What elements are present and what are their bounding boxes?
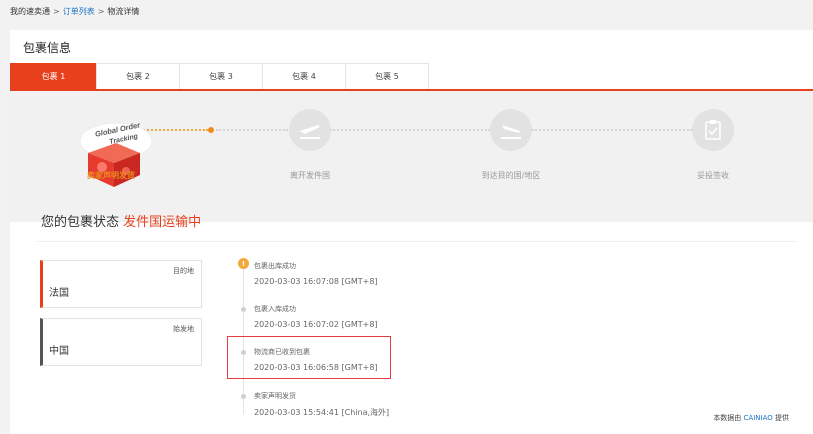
timeline-event-title: 卖家声明发货	[254, 392, 296, 400]
step-label-delivered: 妥投签收	[697, 171, 729, 180]
timeline-event-time: 2020-03-03 15:54:41 [China,海外]	[254, 408, 390, 417]
plane-landing-icon	[501, 123, 521, 139]
progress-current-dot	[208, 127, 214, 133]
step-delivered	[692, 109, 734, 151]
breadcrumb-separator: >	[97, 7, 105, 16]
destination-tag: 目的地	[173, 267, 194, 275]
package-status: 您的包裹状态 发件国运输中	[41, 211, 201, 230]
status-prefix: 您的包裹状态	[41, 215, 120, 230]
plane-takeoff-icon	[299, 125, 320, 139]
package-tabs: 包裹 1 包裹 2 包裹 3 包裹 4 包裹 5	[10, 63, 429, 90]
step-arrive-destination	[490, 109, 532, 151]
tab-package-1[interactable]: 包裹 1	[10, 63, 97, 89]
timeline-event-title: 包裹入库成功	[254, 305, 296, 313]
origin-tag: 始发地	[173, 325, 194, 333]
progress-connector	[216, 129, 288, 131]
progress-connector	[330, 129, 490, 131]
step-label-arrive-destination: 到达目的国/地区	[481, 171, 541, 180]
timeline-event-time: 2020-03-03 16:07:02 [GMT+8]	[254, 320, 378, 329]
breadcrumb-separator: >	[53, 7, 60, 16]
clipboard-check-icon	[705, 120, 721, 140]
source-brand-link[interactable]: CAINIAO	[744, 414, 773, 422]
origin-card: 始发地 中国	[40, 318, 202, 366]
tab-package-3[interactable]: 包裹 3	[179, 63, 263, 89]
step-leave-origin	[289, 109, 331, 151]
timeline-event-title: 包裹出库成功	[254, 262, 296, 270]
data-source-note: 本数据由 CAINIAO 提供	[713, 413, 789, 423]
destination-card: 目的地 法国	[40, 260, 202, 308]
breadcrumb-current: 物流详情	[107, 7, 140, 16]
destination-country: 法国	[49, 288, 69, 299]
breadcrumb-orders-link[interactable]: 订单列表	[63, 7, 95, 16]
highlight-box	[227, 336, 391, 379]
divider	[37, 241, 797, 242]
step-label-leave-origin: 离开发件国	[290, 171, 330, 180]
package-info-panel: 包裹信息 包裹 1 包裹 2 包裹 3 包裹 4 包裹 5 Global Ord…	[10, 30, 813, 434]
timeline-dot	[241, 394, 246, 399]
tab-package-4[interactable]: 包裹 4	[262, 63, 346, 89]
tab-package-5[interactable]: 包裹 5	[345, 63, 429, 89]
breadcrumb: 我的速卖通 > 订单列表 > 物流详情	[10, 6, 139, 17]
source-suffix: 提供	[775, 414, 789, 422]
step-label-seller-shipped: 卖家声明发货	[87, 171, 135, 180]
timeline-event-time: 2020-03-03 16:07:08 [GMT+8]	[254, 277, 378, 286]
breadcrumb-home-link[interactable]: 我的速卖通	[10, 7, 50, 16]
progress-connector	[532, 129, 692, 131]
status-value: 发件国运输中	[123, 215, 202, 230]
tab-package-2[interactable]: 包裹 2	[96, 63, 180, 89]
timeline-dot	[241, 307, 246, 312]
origin-country: 中国	[49, 346, 69, 357]
timeline-current-icon: !	[238, 258, 249, 269]
source-prefix: 本数据由	[713, 414, 742, 422]
page-title: 包裹信息	[23, 41, 72, 55]
